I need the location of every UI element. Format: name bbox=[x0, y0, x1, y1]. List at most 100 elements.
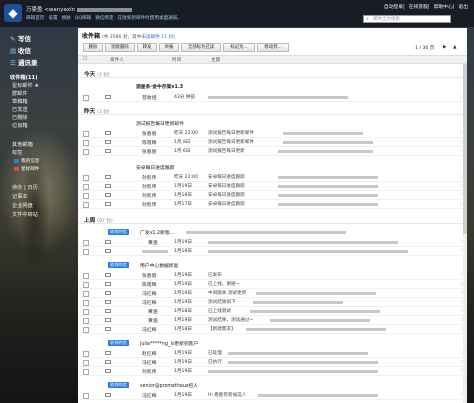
table-row[interactable]: 孙凯伟 1月18日 安卓每日进度跟踪 ☆ bbox=[78, 191, 467, 200]
link-online-service[interactable]: 在线客服 bbox=[409, 5, 428, 10]
table-row[interactable]: 冯红梅 1月19日 测试结果如下 ☆ bbox=[78, 298, 467, 307]
link-logout[interactable]: 退出 bbox=[458, 5, 468, 10]
link-skin[interactable]: 换肤 bbox=[62, 16, 71, 21]
delete-button[interactable]: 删除 bbox=[83, 43, 103, 52]
sidebar-item-file-transfer[interactable]: 文件中转站 bbox=[12, 211, 38, 218]
tag-color-swatch bbox=[14, 166, 19, 171]
tag-item-my-info[interactable]: 我的信息 bbox=[14, 158, 39, 164]
table-row[interactable]: 冯红梅 1月18日 【新建需求】 ☆ bbox=[78, 325, 467, 334]
thread-header[interactable]: 收到的信 julia*****ng_ls更新到客户 bbox=[78, 338, 467, 348]
table-row[interactable]: 黄涵 1月18日 已上线测试 ☆ bbox=[78, 307, 467, 316]
table-row[interactable]: 冯红梅 1月19日 中间版本 测试更新 ☆ bbox=[78, 289, 467, 298]
delete-permanently-button[interactable]: 彻底删除 bbox=[105, 43, 135, 52]
row-checkbox[interactable] bbox=[83, 369, 89, 375]
sidebar-item-group-mail[interactable]: 群邮件 bbox=[12, 90, 28, 97]
row-checkbox[interactable] bbox=[83, 351, 89, 357]
sidebar-item-starred[interactable]: 星标邮件 ★ bbox=[12, 82, 39, 89]
row-checkbox[interactable] bbox=[83, 327, 89, 333]
column-sender[interactable]: 发件人 bbox=[110, 57, 124, 63]
row-checkbox[interactable] bbox=[83, 184, 89, 190]
thread-header[interactable]: 收到的信 广发v1.2新版... bbox=[78, 227, 467, 237]
table-row[interactable]: 黄涵 1月19日 ☆ bbox=[78, 238, 467, 247]
thread-header[interactable]: 安卓每日进度跟踪 bbox=[78, 162, 467, 172]
thread-header[interactable]: 酒星条·金牛存案v1.3 bbox=[78, 81, 467, 91]
select-all-checkbox[interactable]: ☐ bbox=[83, 57, 87, 62]
row-checkbox[interactable] bbox=[83, 193, 89, 199]
column-time[interactable]: 时间 bbox=[172, 57, 181, 63]
link-help[interactable]: 帮助中心 bbox=[434, 5, 453, 10]
row-checkbox[interactable] bbox=[83, 300, 89, 306]
table-row[interactable]: 孙凯伟 1月17日 安卓每日进度跟踪 ☆ bbox=[78, 200, 467, 209]
tag-item-starred[interactable]: 星标邮件 bbox=[14, 166, 39, 172]
row-checkbox[interactable] bbox=[83, 249, 89, 255]
row-checkbox[interactable] bbox=[83, 360, 89, 366]
thread-header[interactable]: 测试报告每日更新邮件 bbox=[78, 118, 467, 128]
next-page-icon[interactable]: ▶ bbox=[443, 45, 447, 50]
unread-link[interactable]: 未读邮件 11 封 bbox=[141, 35, 173, 40]
sidebar-item-spam[interactable]: 垃圾箱 bbox=[12, 122, 28, 129]
group-today[interactable]: 今天 (1 封) bbox=[78, 69, 467, 78]
row-checkbox[interactable] bbox=[83, 273, 89, 279]
report-button[interactable]: 举报 bbox=[159, 43, 179, 52]
sidebar-item-drafts[interactable]: 草稿箱 bbox=[12, 98, 28, 105]
link-home[interactable]: 邮箱首页 bbox=[26, 16, 44, 21]
table-row[interactable]: 陈雨晴 1月 8日 测试报告每日更新邮件 ☆ bbox=[78, 138, 467, 147]
column-subject[interactable]: 主题 bbox=[211, 57, 220, 63]
row-time: 43分 钟前 bbox=[174, 95, 196, 100]
sidebar-item-tags[interactable]: 标签 bbox=[12, 149, 22, 156]
sidebar-item-other-mailbox[interactable]: 其他邮箱 bbox=[12, 141, 33, 148]
sidebar-item-notes[interactable]: 记事本 bbox=[12, 193, 28, 200]
sidebar-item-netdisk[interactable]: 企业网盘 bbox=[12, 202, 33, 209]
table-row[interactable]: 孙凯伟 1月19日 ☆ bbox=[78, 367, 467, 376]
row-checkbox[interactable] bbox=[83, 291, 89, 297]
mark-all-read-button[interactable]: 全部标为已读 bbox=[181, 43, 221, 52]
table-row[interactable]: 1月18日 ☆ bbox=[78, 247, 467, 256]
write-button[interactable]: ✎ 写信 bbox=[10, 33, 31, 43]
sidebar-item-todo[interactable]: 待办 | 日历 bbox=[12, 184, 38, 191]
table-row[interactable]: 张春丽 1月19日 已发布 ☆ bbox=[78, 271, 467, 280]
thread-header[interactable]: 收到的信 senior@prometheus招人 bbox=[78, 380, 467, 390]
group-last-week[interactable]: 上周 (97 封) bbox=[78, 215, 467, 224]
calendar-label[interactable]: 日历 bbox=[27, 185, 37, 191]
search-input[interactable]: ⌕ 邮件全文搜索 bbox=[363, 15, 451, 23]
row-checkbox[interactable] bbox=[83, 309, 89, 315]
row-checkbox[interactable] bbox=[83, 175, 89, 181]
table-row[interactable]: 孙凯伟 1月19日 安卓每日进度跟踪 ☆ bbox=[78, 182, 467, 191]
scrollbar-thumb[interactable] bbox=[463, 64, 467, 234]
contacts-button[interactable]: ☰ 通讯录 bbox=[10, 57, 38, 67]
link-auto-login[interactable]: 自动登录 bbox=[384, 5, 403, 10]
mark-as-dropdown[interactable]: 标记为... bbox=[223, 43, 255, 52]
sidebar-item-deleted[interactable]: 已删除 bbox=[12, 114, 28, 121]
table-row[interactable]: 孙凯伟 昨天 22:00 安卓每日进度跟踪 ☆ bbox=[78, 173, 467, 182]
table-row[interactable]: 黄涵 1月19日 测试结果，测试通过~ ☆ bbox=[78, 316, 467, 325]
thread-header[interactable]: 收到的信 用户中心数据修复 bbox=[78, 260, 467, 270]
sidebar-item-sent[interactable]: 已发送 bbox=[12, 106, 28, 113]
page-up-icon[interactable]: ▲ bbox=[453, 45, 457, 50]
table-row[interactable]: 张春丽 昨天 22:00 测试报告每日更新邮件 ☆ bbox=[78, 129, 467, 138]
forward-button[interactable]: 转发 bbox=[137, 43, 157, 52]
link-settings[interactable]: 设置 bbox=[48, 16, 57, 21]
table-row[interactable]: 冯红梅 1月19日 Hi 看能有新候选人 ☆ bbox=[78, 391, 467, 400]
move-to-dropdown[interactable]: 移动到... bbox=[257, 43, 289, 52]
row-checkbox[interactable] bbox=[83, 149, 89, 155]
table-row[interactable]: 陈雨晴 1月19日 已上线，谢谢~ ☆ bbox=[78, 280, 467, 289]
link-wechat[interactable]: 微信绑定 bbox=[95, 16, 113, 21]
link-qqmail[interactable]: QQ邮箱 bbox=[75, 16, 91, 21]
sidebar-item-inbox[interactable]: 收件箱(11) bbox=[10, 74, 38, 81]
table-row[interactable]: 赵红梅 1月19日 已处理 ☆ bbox=[78, 349, 467, 358]
row-checkbox[interactable] bbox=[83, 202, 89, 208]
row-checkbox[interactable] bbox=[83, 240, 89, 246]
table-row[interactable]: 张春丽 1月 6日 测试报告每日更新 ☆ bbox=[78, 147, 467, 156]
row-checkbox[interactable] bbox=[83, 140, 89, 146]
row-checkbox[interactable] bbox=[83, 318, 89, 324]
scrollbar[interactable] bbox=[463, 64, 467, 403]
receive-button[interactable]: ▤ 收信 bbox=[10, 45, 31, 55]
row-checkbox[interactable] bbox=[83, 95, 89, 101]
table-row[interactable]: 营收组 43分 钟前 ☆ bbox=[78, 93, 467, 102]
link-desktop-notify[interactable]: 在收到新邮件时使用桌面通知。 bbox=[118, 16, 182, 21]
row-checkbox[interactable] bbox=[83, 131, 89, 137]
row-checkbox[interactable] bbox=[83, 393, 89, 399]
table-row[interactable]: 冯红梅 1月19日 已执行 ☆ bbox=[78, 358, 467, 367]
row-checkbox[interactable] bbox=[83, 282, 89, 288]
group-yesterday[interactable]: 昨天 (2 封) bbox=[78, 106, 467, 115]
